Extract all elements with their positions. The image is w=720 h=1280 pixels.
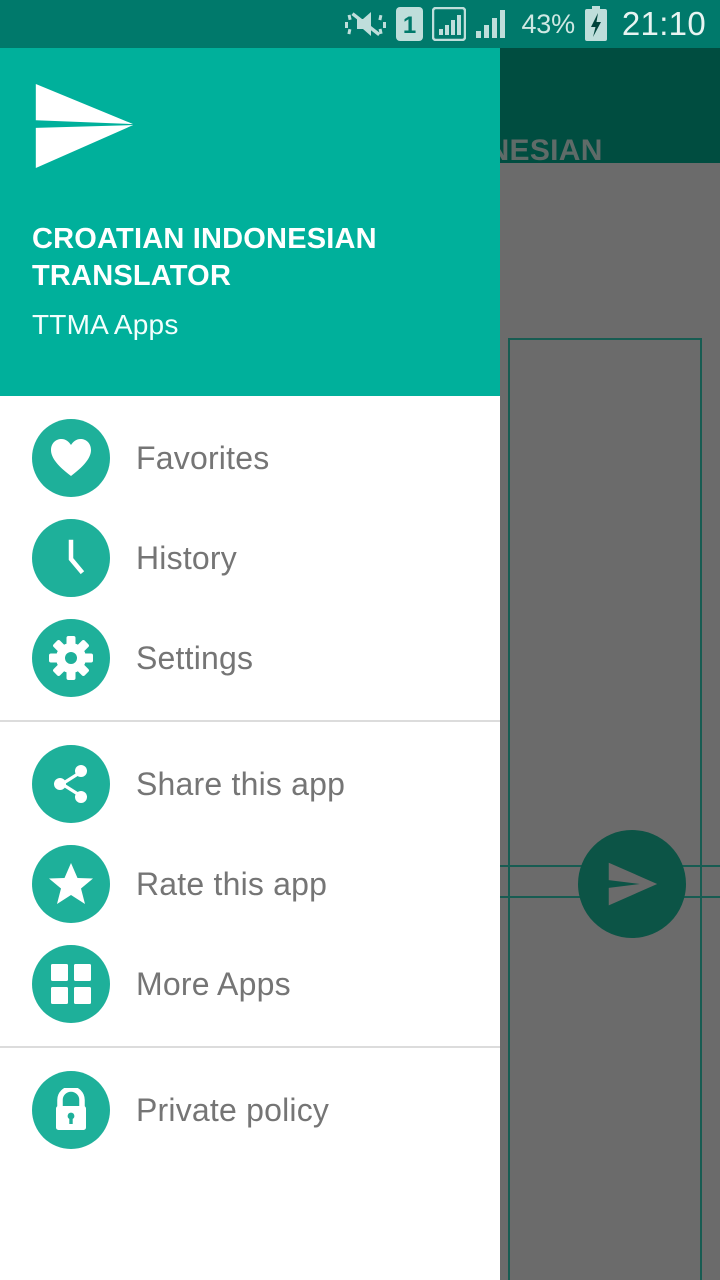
- gear-icon: [32, 619, 110, 697]
- svg-text:1: 1: [403, 12, 416, 39]
- drawer-item-favorites[interactable]: Favorites: [0, 408, 500, 508]
- send-icon: [601, 853, 663, 915]
- send-paper-plane-logo: [32, 84, 137, 174]
- sim1-icon: 1: [396, 7, 424, 41]
- mute-vibrate-icon: [345, 8, 387, 40]
- share-icon: [32, 745, 110, 823]
- status-bar: 1 43% 21:10: [0, 0, 720, 48]
- clock-icon: [32, 519, 110, 597]
- signal-boxed-icon: [432, 7, 467, 41]
- drawer-item-more-apps[interactable]: More Apps: [0, 934, 500, 1034]
- drawer-item-rate-this-app[interactable]: Rate this app: [0, 834, 500, 934]
- lock-icon: [32, 1071, 110, 1149]
- drawer-menu-group-secondary: Share this app Rate this app More Apps: [0, 722, 500, 1046]
- heart-icon: [32, 419, 110, 497]
- translate-fab[interactable]: [578, 830, 686, 938]
- drawer-menu-group-primary: Favorites History Settings: [0, 396, 500, 720]
- drawer-app-name: CROATIAN INDONESIAN TRANSLATOR: [32, 223, 377, 292]
- status-bar-clock: 21:10: [621, 5, 706, 42]
- navigation-drawer: CROATIAN INDONESIAN TRANSLATOR TTMA Apps…: [0, 48, 500, 1280]
- drawer-item-history[interactable]: History: [0, 508, 500, 608]
- drawer-app-author: TTMA Apps: [32, 309, 179, 340]
- drawer-header: CROATIAN INDONESIAN TRANSLATOR TTMA Apps: [0, 48, 500, 396]
- drawer-item-share-this-app[interactable]: Share this app: [0, 734, 500, 834]
- drawer-item-label: Share this app: [136, 765, 346, 802]
- drawer-item-settings[interactable]: Settings: [0, 608, 500, 708]
- star-icon: [32, 845, 110, 923]
- background-translate-card: [508, 338, 702, 1280]
- drawer-item-label: More Apps: [136, 965, 291, 1002]
- drawer-item-label: Settings: [136, 639, 254, 676]
- drawer-menu-group-legal: Private policy: [0, 1048, 500, 1172]
- drawer-item-label: History: [136, 539, 237, 576]
- battery-percent-label: 43%: [521, 8, 575, 39]
- grid-apps-icon: [32, 945, 110, 1023]
- signal-icon: [475, 9, 509, 39]
- drawer-item-label: Rate this app: [136, 865, 328, 902]
- drawer-item-private-policy[interactable]: Private policy: [0, 1060, 500, 1160]
- drawer-item-label: Favorites: [136, 439, 270, 476]
- battery-charging-icon: [584, 6, 608, 42]
- app-screen: NDONESIAN 1 43% 21:10 CROATIAN INDONESIA…: [0, 0, 720, 1280]
- drawer-item-label: Private policy: [136, 1091, 330, 1128]
